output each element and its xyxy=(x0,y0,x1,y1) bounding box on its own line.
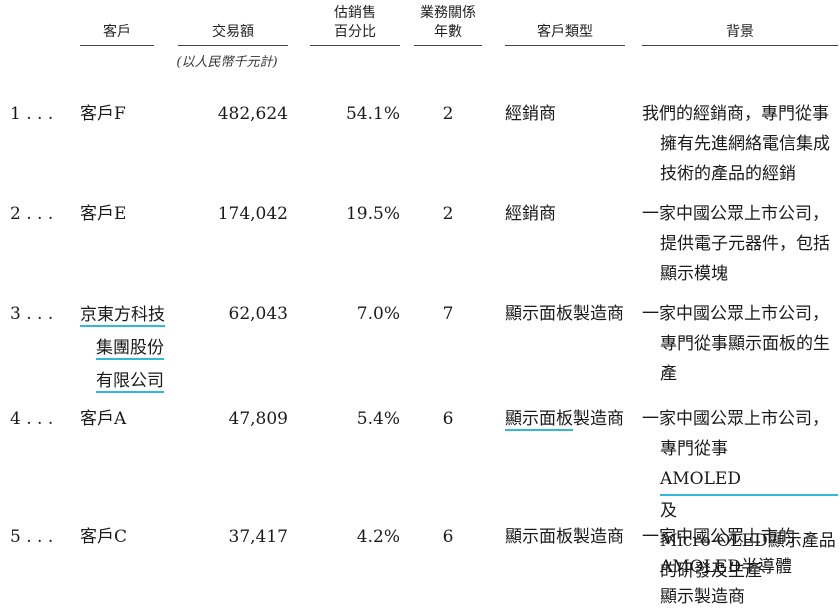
row-index: 5 . . . xyxy=(10,527,54,547)
row-index: 1 . . . xyxy=(10,104,54,124)
customer-background: 一家中國公眾上市的 AMOLED半導體 顯示製造商 xyxy=(642,527,795,607)
row-index: 2 . . . xyxy=(10,204,54,224)
customer-type: 經銷商 xyxy=(505,104,556,124)
transaction-amount: 47,809 xyxy=(228,409,288,429)
transaction-amount: 482,624 xyxy=(217,104,288,124)
amount-unit-note: (以人民幣千元計) xyxy=(176,55,278,70)
customer-type: 顯示面板製造商 xyxy=(505,409,624,431)
sales-percentage: 19.5% xyxy=(345,204,400,224)
header-amount: 交易額 xyxy=(212,24,254,40)
sales-percentage: 54.1% xyxy=(345,104,400,124)
sales-percentage: 5.4% xyxy=(356,409,400,429)
customer-type: 顯示面板製造商 xyxy=(505,527,624,547)
row-index: 3 . . . xyxy=(10,304,54,324)
customer-name: 京東方科技 集團股份 有限公司 xyxy=(80,305,165,393)
customer-background: 我們的經銷商，專門從事 擁有先進網絡電信集成 技術的產品的經銷 xyxy=(642,104,830,184)
relationship-years: 7 xyxy=(442,304,454,324)
header-years: 業務關係 年數 xyxy=(420,5,476,40)
relationship-years: 2 xyxy=(442,204,454,224)
transaction-amount: 62,043 xyxy=(228,304,288,324)
customer-name: 客戶E xyxy=(80,204,127,224)
header-rule xyxy=(414,45,482,46)
header-rule xyxy=(178,45,288,46)
header-background: 背景 xyxy=(726,24,754,40)
customer-table: 客戶 交易額 估銷售 百分比 業務關係 年數 客戶類型 背景 (以人民幣千元計)… xyxy=(0,0,840,610)
header-percentage: 估銷售 百分比 xyxy=(334,5,376,40)
customer-type: 經銷商 xyxy=(505,204,556,224)
header-rule xyxy=(310,45,400,46)
transaction-amount: 37,417 xyxy=(228,527,288,547)
header-rule xyxy=(642,45,838,46)
header-type: 客戶類型 xyxy=(537,24,593,40)
relationship-years: 6 xyxy=(442,527,454,547)
sales-percentage: 7.0% xyxy=(356,304,400,324)
sales-percentage: 4.2% xyxy=(356,527,400,547)
customer-name: 客戶A xyxy=(80,409,127,429)
customer-background: 一家中國公眾上市公司， 專門從事顯示面板的生 產 xyxy=(642,304,830,384)
header-rule xyxy=(505,45,625,46)
transaction-amount: 174,042 xyxy=(217,204,288,224)
customer-type: 顯示面板製造商 xyxy=(505,304,624,324)
customer-background: 一家中國公眾上市公司， 提供電子元器件，包括 顯示模塊 xyxy=(642,204,830,284)
relationship-years: 6 xyxy=(442,409,454,429)
customer-name: 客戶C xyxy=(80,527,128,547)
header-rule xyxy=(80,45,154,46)
row-index: 4 . . . xyxy=(10,409,54,429)
relationship-years: 2 xyxy=(442,104,454,124)
header-customer: 客戶 xyxy=(103,24,131,40)
customer-name: 客戶F xyxy=(80,104,126,124)
